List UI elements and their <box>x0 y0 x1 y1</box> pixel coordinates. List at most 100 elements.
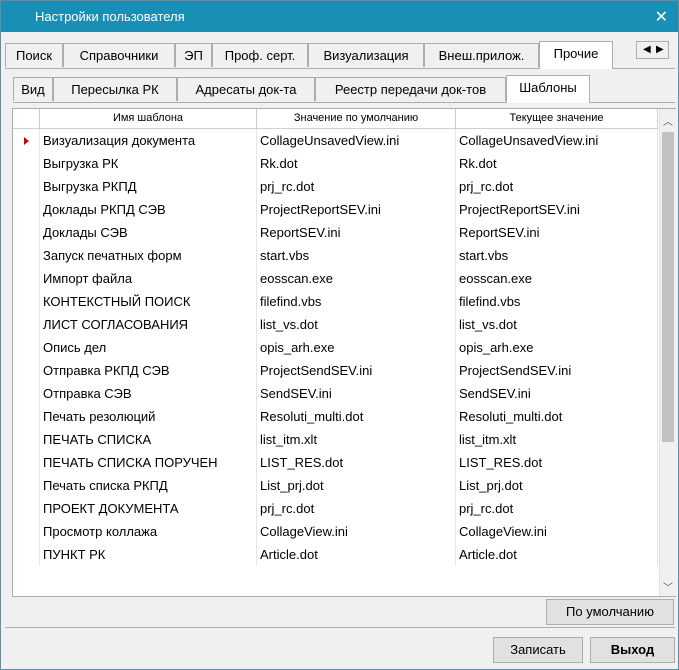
current-value-cell[interactable]: Rk.dot <box>456 152 658 175</box>
table-row[interactable]: ПЕЧАТЬ СПИСКА list_itm.xlt list_itm.xlt <box>13 428 658 451</box>
vertical-scrollbar[interactable]: ︿ ﹀ <box>659 109 676 596</box>
tab-scroll-arrows-icon[interactable]: ◀ ▶ <box>636 41 669 59</box>
default-value-cell[interactable]: SendSEV.ini <box>257 382 456 405</box>
template-name-cell[interactable]: ПЕЧАТЬ СПИСКА ПОРУЧЕН <box>40 451 257 474</box>
tab-prof-cert[interactable]: Проф. серт. <box>212 43 308 67</box>
current-value-cell[interactable]: ProjectReportSEV.ini <box>456 198 658 221</box>
current-value-cell[interactable]: SendSEV.ini <box>456 382 658 405</box>
tab-search[interactable]: Поиск <box>5 43 63 67</box>
current-value-cell[interactable]: ReportSEV.ini <box>456 221 658 244</box>
template-name-cell[interactable]: Визуализация документа <box>40 129 257 152</box>
default-value-cell[interactable]: ProjectSendSEV.ini <box>257 359 456 382</box>
template-name-cell[interactable]: Доклады СЭВ <box>40 221 257 244</box>
template-name-cell[interactable]: Доклады РКПД СЭВ <box>40 198 257 221</box>
table-row[interactable]: Отправка РКПД СЭВ ProjectSendSEV.ini Proje… <box>13 359 658 382</box>
table-row[interactable]: Просмотр коллажа CollageView.ini CollageVi… <box>13 520 658 543</box>
scroll-up-icon[interactable]: ︿ <box>663 113 673 128</box>
current-value-cell[interactable]: list_itm.xlt <box>456 428 658 451</box>
tab-ep[interactable]: ЭП <box>175 43 212 67</box>
template-name-cell[interactable]: Импорт файла <box>40 267 257 290</box>
table-row[interactable]: ЛИСТ СОГЛАСОВАНИЯ list_vs.dot list_vs.dot <box>13 313 658 336</box>
template-name-cell[interactable]: ЛИСТ СОГЛАСОВАНИЯ <box>40 313 257 336</box>
template-name-cell[interactable]: ПРОЕКТ ДОКУМЕНТА <box>40 497 257 520</box>
default-value-cell[interactable]: opis_arh.exe <box>257 336 456 359</box>
default-value-cell[interactable]: eosscan.exe <box>257 267 456 290</box>
current-value-cell[interactable]: Article.dot <box>456 543 658 566</box>
template-name-cell[interactable]: Опись дел <box>40 336 257 359</box>
current-value-cell[interactable]: opis_arh.exe <box>456 336 658 359</box>
table-row[interactable]: Печать списка РКПД List_prj.dot List_prj.d… <box>13 474 658 497</box>
table-row[interactable]: Доклады РКПД СЭВ ProjectReportSEV.ini Proj… <box>13 198 658 221</box>
current-value-cell[interactable]: filefind.vbs <box>456 290 658 313</box>
table-row[interactable]: ПУНКТ РК Article.dot Article.dot <box>13 543 658 566</box>
template-name-cell[interactable]: Печать резолюций <box>40 405 257 428</box>
save-button[interactable]: Записать <box>493 637 583 663</box>
template-name-cell[interactable]: Отправка СЭВ <box>40 382 257 405</box>
template-name-cell[interactable]: Запуск печатных форм <box>40 244 257 267</box>
current-value-cell[interactable]: CollageView.ini <box>456 520 658 543</box>
header-current-value[interactable]: Текущее значение <box>456 109 658 128</box>
table-row[interactable]: Запуск печатных форм start.vbs start.vbs <box>13 244 658 267</box>
current-value-cell[interactable]: start.vbs <box>456 244 658 267</box>
table-row[interactable]: ПЕЧАТЬ СПИСКА ПОРУЧЕН LIST_RES.dot LIST_RE… <box>13 451 658 474</box>
table-row[interactable]: Доклады СЭВ ReportSEV.ini ReportSEV.ini <box>13 221 658 244</box>
table-row[interactable]: Опись дел opis_arh.exe opis_arh.exe <box>13 336 658 359</box>
scrollbar-thumb[interactable] <box>662 132 674 442</box>
current-value-cell[interactable]: Resoluti_multi.dot <box>456 405 658 428</box>
default-value-cell[interactable]: start.vbs <box>257 244 456 267</box>
close-icon[interactable]: ✕ <box>655 7 668 27</box>
table-row[interactable]: Визуализация документа CollageUnsavedView… <box>13 129 658 152</box>
current-value-cell[interactable]: prj_rc.dot <box>456 175 658 198</box>
default-value-cell[interactable]: Rk.dot <box>257 152 456 175</box>
tab-view[interactable]: Вид <box>13 77 53 101</box>
template-name-cell[interactable]: КОНТЕКСТНЫЙ ПОИСК <box>40 290 257 313</box>
header-template-name[interactable]: Имя шаблона <box>40 109 257 128</box>
current-value-cell[interactable]: LIST_RES.dot <box>456 451 658 474</box>
default-value-cell[interactable]: filefind.vbs <box>257 290 456 313</box>
template-name-cell[interactable]: Выгрузка РКПД <box>40 175 257 198</box>
default-value-cell[interactable]: LIST_RES.dot <box>257 451 456 474</box>
default-value-cell[interactable]: List_prj.dot <box>257 474 456 497</box>
tab-doc-addressees[interactable]: Адресаты док-та <box>177 77 315 101</box>
current-value-cell[interactable]: List_prj.dot <box>456 474 658 497</box>
scroll-down-icon[interactable]: ﹀ <box>663 579 673 594</box>
template-name-cell[interactable]: Просмотр коллажа <box>40 520 257 543</box>
default-value-cell[interactable]: prj_rc.dot <box>257 497 456 520</box>
exit-button[interactable]: Выход <box>590 637 675 663</box>
tab-other[interactable]: Прочие <box>539 41 613 69</box>
tab-external-apps[interactable]: Внеш.прилож. <box>424 43 539 67</box>
table-row[interactable]: ПРОЕКТ ДОКУМЕНТА prj_rc.dot prj_rc.dot <box>13 497 658 520</box>
tab-transfer-register[interactable]: Реестр передачи док-тов <box>315 77 506 101</box>
table-row[interactable]: Выгрузка РКПД prj_rc.dot prj_rc.dot <box>13 175 658 198</box>
default-value-cell[interactable]: list_vs.dot <box>257 313 456 336</box>
template-name-cell[interactable]: Отправка РКПД СЭВ <box>40 359 257 382</box>
current-value-cell[interactable]: prj_rc.dot <box>456 497 658 520</box>
table-row[interactable]: Отправка СЭВ SendSEV.ini SendSEV.ini <box>13 382 658 405</box>
default-value-cell[interactable]: CollageView.ini <box>257 520 456 543</box>
table-row[interactable]: Печать резолюций Resoluti_multi.dot Resolu… <box>13 405 658 428</box>
default-value-cell[interactable]: prj_rc.dot <box>257 175 456 198</box>
current-value-cell[interactable]: CollageUnsavedView.ini <box>456 129 658 152</box>
current-value-cell[interactable]: ProjectSendSEV.ini <box>456 359 658 382</box>
table-row[interactable]: Выгрузка РК Rk.dot Rk.dot <box>13 152 658 175</box>
tab-forwarding[interactable]: Пересылка РК <box>53 77 177 101</box>
default-value-cell[interactable]: ReportSEV.ini <box>257 221 456 244</box>
template-name-cell[interactable]: ПУНКТ РК <box>40 543 257 566</box>
template-name-cell[interactable]: Выгрузка РК <box>40 152 257 175</box>
table-row[interactable]: Импорт файла eosscan.exe eosscan.exe <box>13 267 658 290</box>
current-value-cell[interactable]: list_vs.dot <box>456 313 658 336</box>
template-name-cell[interactable]: Печать списка РКПД <box>40 474 257 497</box>
current-value-cell[interactable]: eosscan.exe <box>456 267 658 290</box>
table-row[interactable]: КОНТЕКСТНЫЙ ПОИСК filefind.vbs filefind.vb… <box>13 290 658 313</box>
default-value-cell[interactable]: list_itm.xlt <box>257 428 456 451</box>
template-name-cell[interactable]: ПЕЧАТЬ СПИСКА <box>40 428 257 451</box>
default-button[interactable]: По умолчанию <box>546 599 674 625</box>
default-value-cell[interactable]: ProjectReportSEV.ini <box>257 198 456 221</box>
default-value-cell[interactable]: Resoluti_multi.dot <box>257 405 456 428</box>
default-value-cell[interactable]: CollageUnsavedView.ini <box>257 129 456 152</box>
tab-templates[interactable]: Шаблоны <box>506 75 590 103</box>
tab-dictionaries[interactable]: Справочники <box>63 43 175 67</box>
default-value-cell[interactable]: Article.dot <box>257 543 456 566</box>
tab-visualization[interactable]: Визуализация <box>308 43 424 67</box>
header-default-value[interactable]: Значение по умолчанию <box>257 109 456 128</box>
